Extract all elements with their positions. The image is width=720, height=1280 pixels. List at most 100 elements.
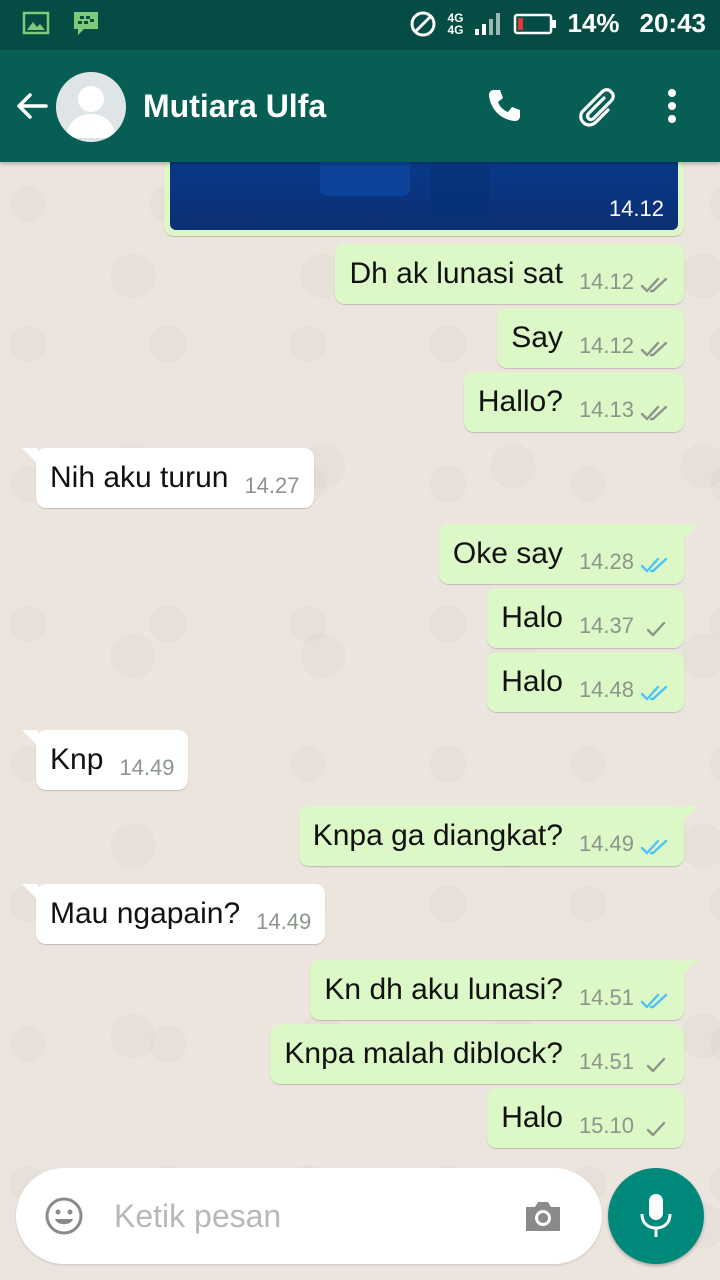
message-meta: 14.12 — [579, 317, 670, 359]
do-not-disturb-icon — [410, 11, 436, 36]
message-time: 14.49 — [119, 755, 175, 780]
message-input[interactable]: Ketik pesan — [114, 1198, 281, 1235]
more-options-button[interactable] — [650, 84, 694, 128]
back-arrow-icon[interactable] — [14, 88, 50, 124]
message-time: 14.13 — [578, 397, 634, 422]
message-meta: 14.49 — [119, 739, 174, 781]
message-text: Dh ak lunasi sat — [349, 257, 563, 290]
sent-tick-icon — [646, 621, 666, 637]
outgoing-message[interactable]: Say 14.12 — [497, 308, 684, 368]
incoming-message[interactable]: Nih aku turun 14.27 — [22, 448, 314, 508]
battery-percentage: 14% — [567, 8, 620, 38]
message-meta: 15.10 — [579, 1097, 670, 1139]
chat-header: Mutiara Ulfa — [0, 50, 720, 162]
message-meta: 14.48 — [579, 661, 670, 703]
message-time: 14.12 — [608, 196, 664, 221]
read-tick-icon — [640, 839, 668, 855]
bubble-tail — [682, 806, 698, 822]
message-time: 14.49 — [256, 909, 312, 934]
outgoing-message[interactable]: Halo 14.48 — [487, 652, 684, 712]
message-meta: 14.37 — [579, 597, 670, 639]
message-time: 14.12 — [578, 269, 634, 294]
more-vert-icon — [668, 89, 676, 123]
outgoing-message[interactable]: Dh ak lunasi sat 14.12 — [335, 244, 684, 304]
bubble-tail — [682, 524, 698, 540]
voice-call-button[interactable] — [482, 84, 526, 128]
message-meta: 14.12 — [579, 253, 670, 295]
bubble-tail — [22, 884, 38, 900]
outgoing-message[interactable]: Knpa malah diblock? 14.51 — [270, 1024, 684, 1084]
read-tick-icon — [640, 685, 668, 701]
message-time: 14.51 — [578, 1049, 634, 1074]
delivered-tick-icon — [640, 341, 668, 357]
outgoing-message[interactable]: Halo 15.10 — [487, 1088, 684, 1148]
contact-name[interactable]: Mutiara Ulfa — [143, 88, 326, 125]
message-text: Halo — [501, 601, 563, 634]
message-text: Knp — [50, 743, 104, 776]
phone-icon — [489, 90, 520, 121]
delivered-tick-icon — [640, 405, 668, 421]
bubble-tail — [22, 730, 38, 746]
message-text: Oke say — [452, 537, 563, 570]
emoji-icon[interactable] — [44, 1196, 84, 1236]
read-tick-icon — [640, 557, 668, 573]
network-type: 4G 4G — [447, 12, 463, 36]
camera-icon[interactable] — [522, 1198, 564, 1234]
voice-record-button[interactable] — [608, 1168, 704, 1264]
bbm-notification-icon — [74, 12, 98, 35]
message-meta: 14.27 — [244, 457, 299, 499]
signal-icon — [475, 12, 501, 35]
message-time: 14.51 — [578, 985, 634, 1010]
message-text: Hallo? — [477, 385, 563, 418]
outgoing-message[interactable]: Knpa ga diangkat? 14.49 — [298, 806, 698, 866]
default-avatar-icon — [66, 86, 116, 138]
network-bottom-label: 4G — [447, 22, 464, 37]
outgoing-message[interactable]: Halo 14.37 — [487, 588, 684, 648]
message-time: 14.49 — [578, 831, 634, 856]
outgoing-message[interactable]: Kn dh aku lunasi? 14.51 — [310, 960, 698, 1020]
message-text: Halo — [501, 1101, 563, 1134]
message-meta: 14.49 — [579, 815, 670, 857]
incoming-message[interactable]: Knp 14.49 — [22, 730, 189, 790]
sent-tick-icon — [646, 1057, 666, 1073]
message-meta: 14.49 — [256, 893, 311, 935]
bubble-tail — [22, 448, 38, 464]
message-meta: 14.12 — [609, 196, 664, 222]
message-text: Halo — [501, 665, 563, 698]
message-text: Mau ngapain? — [50, 897, 241, 930]
attach-button[interactable] — [578, 84, 622, 128]
image-message[interactable]: 14.12 — [164, 162, 684, 236]
delivered-tick-icon — [640, 277, 668, 293]
message-meta: 14.51 — [579, 1033, 670, 1075]
network-top-label: 4G — [447, 10, 464, 25]
sent-tick-icon — [646, 1121, 666, 1137]
message-time: 14.48 — [578, 677, 634, 702]
message-meta: 14.51 — [579, 969, 670, 1011]
message-text: Say — [511, 321, 563, 354]
bubble-tail — [682, 960, 698, 976]
message-time: 14.28 — [578, 549, 634, 574]
paperclip-icon — [579, 88, 615, 127]
status-bar: 4G 4G 14% 20:43 — [0, 0, 720, 50]
message-text: Knpa malah diblock? — [284, 1037, 563, 1070]
outgoing-message[interactable]: Oke say 14.28 — [438, 524, 698, 584]
message-meta: 14.13 — [579, 381, 670, 423]
battery-icon — [514, 13, 557, 34]
message-time: 14.37 — [578, 613, 634, 638]
mic-icon — [640, 1194, 672, 1237]
incoming-message[interactable]: Mau ngapain? 14.49 — [22, 884, 326, 944]
message-text: Knpa ga diangkat? — [312, 819, 563, 852]
contact-avatar[interactable] — [56, 72, 126, 142]
clock: 20:43 — [639, 8, 707, 38]
message-time: 14.12 — [578, 333, 634, 358]
message-time: 15.10 — [578, 1113, 634, 1138]
message-composer[interactable]: Ketik pesan — [16, 1168, 602, 1264]
chat-area[interactable]: 14.12 Dh ak lunasi sat 14.12 Say 14.12 Hallo… — [0, 162, 720, 1280]
message-text: Kn dh aku lunasi? — [324, 973, 563, 1006]
image-thumbnail[interactable]: 14.12 — [170, 162, 678, 230]
outgoing-message[interactable]: Hallo? 14.13 — [463, 372, 684, 432]
read-tick-icon — [640, 993, 668, 1009]
message-meta: 14.28 — [579, 533, 670, 575]
message-text: Nih aku turun — [50, 461, 229, 494]
gallery-notification-icon — [22, 11, 50, 35]
